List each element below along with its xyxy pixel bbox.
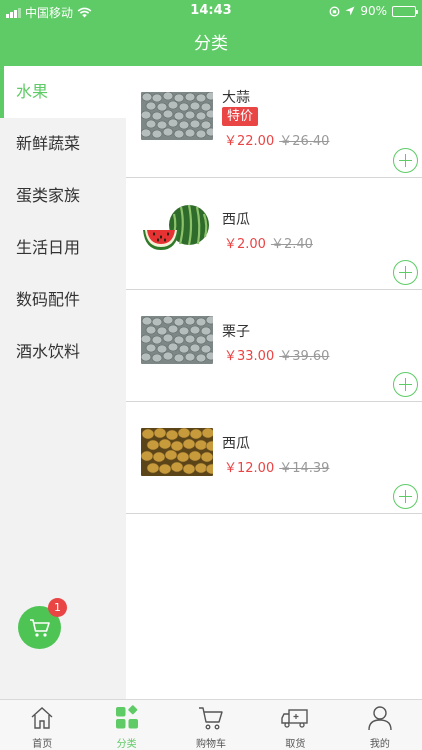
original-price: ￥14.39 [279, 461, 330, 476]
nav-bar: 分类 [0, 22, 422, 66]
tab-pickup[interactable]: 取货 [253, 700, 337, 750]
sidebar-item-fruit[interactable]: 水果 [0, 66, 126, 118]
price-row: ￥12.00 ￥14.39 [224, 457, 329, 476]
product-item[interactable]: 栗子 ￥33.00 ￥39.60 [126, 290, 422, 402]
special-offer-badge: 特价 [222, 107, 259, 126]
truck-icon [281, 709, 309, 728]
cart-count-badge: 1 [48, 598, 67, 617]
battery-percent: 90% [360, 4, 387, 18]
original-price: ￥2.40 [270, 237, 313, 252]
status-bar: 中国移动 14:43 90% [0, 0, 422, 22]
sidebar-item-vegetables[interactable]: 新鲜蔬菜 [0, 118, 126, 170]
add-to-cart-icon[interactable] [393, 484, 418, 509]
tab-bar: 首页 分类 购物车 取货 我的 [0, 699, 422, 750]
product-item[interactable]: 西瓜 ￥12.00 ￥14.39 [126, 402, 422, 514]
price-row: ￥22.00 ￥26.40 [224, 130, 329, 149]
tab-label: 取货 [285, 739, 306, 750]
cart-icon [29, 618, 50, 637]
tab-category[interactable]: 分类 [84, 700, 168, 750]
tab-profile[interactable]: 我的 [338, 700, 422, 750]
home-icon [31, 707, 53, 729]
sidebar-item-daily-use[interactable]: 生活日用 [0, 222, 126, 274]
product-item[interactable]: 西瓜 ￥2.00 ￥2.40 [126, 178, 422, 290]
sidebar-item-drinks[interactable]: 酒水饮料 [0, 326, 126, 378]
sidebar-item-digital[interactable]: 数码配件 [0, 274, 126, 326]
status-right: 90% [329, 4, 418, 18]
tab-label: 首页 [32, 739, 53, 750]
sidebar-item-eggs[interactable]: 蛋类家族 [0, 170, 126, 222]
battery-icon [392, 5, 418, 17]
original-price: ￥26.40 [279, 134, 330, 149]
page-title: 分类 [194, 34, 228, 54]
add-to-cart-icon[interactable] [393, 260, 418, 285]
product-list: 大蒜 特价 ￥22.00 ￥26.40 西瓜 ￥2.00 ￥2.40 栗子 ￥3… [126, 66, 422, 699]
product-price: ￥12.00 [224, 461, 275, 476]
price-row: ￥2.00 ￥2.40 [224, 233, 313, 252]
tab-label: 我的 [369, 739, 390, 750]
tab-label: 购物车 [196, 739, 227, 750]
product-price: ￥33.00 [224, 349, 275, 364]
tab-home[interactable]: 首页 [0, 700, 84, 750]
user-icon [368, 706, 392, 731]
product-image [141, 204, 213, 252]
add-to-cart-icon[interactable] [393, 148, 418, 173]
location-icon [345, 6, 355, 16]
product-image [141, 92, 213, 140]
tab-cart[interactable]: 购物车 [169, 700, 253, 750]
tab-label: 分类 [116, 739, 137, 750]
product-image [141, 428, 213, 476]
product-item[interactable]: 大蒜 特价 ￥22.00 ￥26.40 [126, 66, 422, 178]
product-name: 西瓜 [222, 212, 250, 228]
product-price: ￥22.00 [224, 134, 275, 149]
original-price: ￥39.60 [279, 349, 330, 364]
product-price: ￥2.00 [224, 237, 266, 252]
product-image [141, 316, 213, 364]
rotation-lock-icon [329, 6, 340, 16]
price-row: ￥33.00 ￥39.60 [224, 345, 329, 364]
category-icon [115, 705, 138, 729]
product-name: 栗子 [222, 324, 250, 340]
cart-icon [199, 707, 223, 730]
product-name: 大蒜 [222, 90, 250, 106]
product-name: 西瓜 [222, 436, 250, 452]
add-to-cart-icon[interactable] [393, 372, 418, 397]
